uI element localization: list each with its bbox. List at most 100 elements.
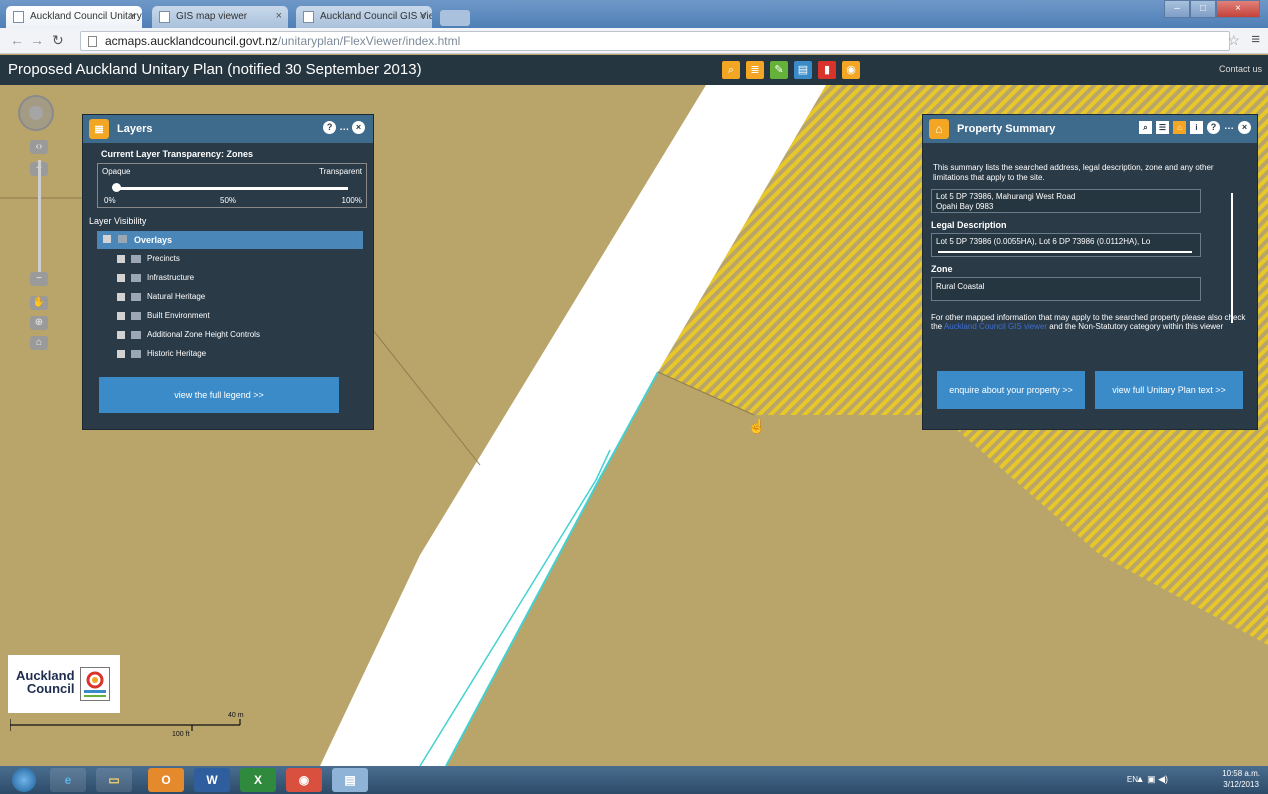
internet-explorer-icon[interactable]: e	[50, 768, 86, 792]
hand-cursor-icon: ☝	[748, 418, 766, 434]
pan-control[interactable]	[18, 95, 54, 131]
info-icon[interactable]: i	[1190, 121, 1203, 134]
layer-item-historic-heritage[interactable]: Historic Heritage	[117, 344, 373, 363]
layer-label: Additional Zone Height Controls	[147, 330, 260, 339]
checkbox[interactable]	[131, 273, 141, 282]
expand-icon[interactable]	[117, 292, 125, 301]
close-window-button[interactable]: ×	[1216, 0, 1260, 18]
contact-link[interactable]: Contact us	[1219, 64, 1262, 74]
app-toolbar: ⌕ ≣ ✎ ▤ ▮ ◉	[722, 61, 860, 79]
layer-label: Built Environment	[147, 311, 210, 320]
expand-icon[interactable]	[117, 311, 125, 320]
home-icon[interactable]: ⌂	[30, 336, 48, 350]
property-summary-header: ⌂ Property Summary ⌕ ☰ ⌂ i ? … ×	[923, 115, 1257, 143]
layer-item-additional-zone-height-controls[interactable]: Additional Zone Height Controls	[117, 325, 373, 344]
close-icon[interactable]: ×	[1238, 121, 1251, 134]
star-icon[interactable]: ☆	[1227, 32, 1240, 49]
layer-item-precincts[interactable]: Precincts	[117, 249, 373, 268]
menu-icon[interactable]: ≡	[1251, 31, 1260, 48]
tab-gis-map-viewer[interactable]: GIS map viewer ×	[152, 6, 288, 28]
collapse-icon[interactable]	[103, 235, 111, 243]
list-icon[interactable]: ☰	[1156, 121, 1169, 134]
tab-auckland-council-unitary[interactable]: Auckland Council Unitary ×	[6, 6, 142, 28]
checkbox[interactable]	[117, 235, 127, 243]
tab-auckland-council-gis[interactable]: Auckland Council GIS Vie ×	[296, 6, 432, 28]
house-icon: ⌂	[929, 119, 949, 139]
search-icon[interactable]: ⌕	[1139, 121, 1152, 134]
location-icon[interactable]: ◉	[842, 61, 860, 79]
checkbox[interactable]	[131, 311, 141, 320]
help-icon[interactable]: ?	[323, 121, 337, 134]
zoom-previous-button[interactable]: ‹›	[30, 140, 48, 154]
page-icon	[13, 11, 24, 23]
minimize-icon[interactable]: …	[339, 122, 352, 133]
minimize-icon[interactable]: …	[1224, 121, 1234, 134]
excel-icon[interactable]: X	[240, 768, 276, 792]
windows-taskbar: e ▭ O W X ◉ ▤ EN ▲ ▣ ◀) 10:58 a.m. 3/12/…	[0, 766, 1268, 794]
chrome-icon[interactable]: ◉	[286, 768, 322, 792]
system-clock[interactable]: 10:58 a.m. 3/12/2013	[1222, 768, 1260, 790]
checkbox[interactable]	[131, 349, 141, 358]
print-icon[interactable]: ▤	[794, 61, 812, 79]
maximize-button[interactable]: □	[1190, 0, 1216, 18]
bookmark-icon[interactable]: ▮	[818, 61, 836, 79]
house-icon[interactable]: ⌂	[1173, 121, 1186, 134]
search-icon[interactable]: ⌕	[722, 61, 740, 79]
horizontal-scrollbar[interactable]	[938, 251, 1192, 253]
address-line-1: Lot 5 DP 73986, Mahurangi West Road	[936, 192, 1076, 201]
outlook-icon[interactable]: O	[148, 768, 184, 792]
expand-icon[interactable]	[117, 273, 125, 282]
checkbox[interactable]	[131, 292, 141, 301]
transparency-track[interactable]	[116, 187, 348, 190]
layer-item-natural-heritage[interactable]: Natural Heritage	[117, 287, 373, 306]
word-icon[interactable]: W	[194, 768, 230, 792]
start-button[interactable]	[12, 768, 36, 792]
enquire-property-button[interactable]: enquire about your property >>	[937, 371, 1085, 409]
help-icon[interactable]: ?	[1207, 121, 1220, 134]
minimize-button[interactable]: –	[1164, 0, 1190, 18]
draw-icon[interactable]: ✎	[770, 61, 788, 79]
zoom-slider[interactable]	[38, 160, 41, 280]
pan-tool-icon[interactable]: ✋	[30, 296, 48, 310]
legal-description-label: Legal Description	[931, 220, 1007, 230]
new-tab-button[interactable]	[440, 10, 470, 26]
expand-icon[interactable]	[117, 349, 125, 358]
app-title: Proposed Auckland Unitary Plan (notified…	[8, 61, 422, 78]
transparency-knob[interactable]	[112, 183, 121, 192]
gis-viewer-link[interactable]: Auckland Council GIS viewer	[944, 322, 1047, 331]
checkbox[interactable]	[131, 330, 141, 339]
layer-item-infrastructure[interactable]: Infrastructure	[117, 268, 373, 287]
view-full-text-button[interactable]: view full Unitary Plan text >>	[1095, 371, 1243, 409]
checkbox[interactable]	[131, 254, 141, 263]
close-icon[interactable]: ×	[352, 121, 365, 134]
reload-icon[interactable]: ↻	[52, 32, 64, 49]
close-icon[interactable]: ×	[420, 10, 426, 22]
clock-date: 3/12/2013	[1223, 780, 1259, 789]
close-icon[interactable]: ×	[130, 10, 136, 22]
overlays-label: Overlays	[134, 235, 173, 245]
url-path: /unitaryplan/FlexViewer/index.html	[277, 34, 461, 48]
overlays-group[interactable]: Overlays	[97, 231, 363, 249]
legal-description-value: Lot 5 DP 73986 (0.0055HA), Lot 6 DP 7398…	[936, 237, 1151, 246]
forward-icon[interactable]: →	[30, 32, 44, 48]
tray-icons[interactable]: ▲ ▣ ◀)	[1136, 774, 1168, 785]
tick-100: 100%	[341, 196, 362, 205]
other-info-post: and the Non-Statutory category within th…	[1049, 322, 1224, 331]
zoom-extent-icon[interactable]: ⊕	[30, 316, 48, 330]
expand-icon[interactable]	[117, 254, 125, 263]
logo-line-2: Council	[26, 681, 75, 696]
back-icon[interactable]: ←	[10, 32, 24, 48]
address-bar[interactable]: acmaps.aucklandcouncil.govt.nz/unitarypl…	[80, 31, 1230, 51]
view-full-legend-button[interactable]: view the full legend >>	[99, 377, 339, 413]
scale-feet: 100 ft	[172, 731, 190, 738]
vertical-scrollbar[interactable]	[1231, 193, 1233, 323]
file-explorer-icon[interactable]: ▭	[96, 768, 132, 792]
close-icon[interactable]: ×	[276, 10, 282, 22]
app-header: Proposed Auckland Unitary Plan (notified…	[0, 55, 1268, 85]
zone-label: Zone	[931, 264, 953, 274]
layer-item-built-environment[interactable]: Built Environment	[117, 306, 373, 325]
notepad-icon[interactable]: ▤	[332, 768, 368, 792]
expand-icon[interactable]	[117, 330, 125, 339]
zoom-out-button[interactable]: −	[30, 272, 48, 286]
layers-icon[interactable]: ≣	[746, 61, 764, 79]
